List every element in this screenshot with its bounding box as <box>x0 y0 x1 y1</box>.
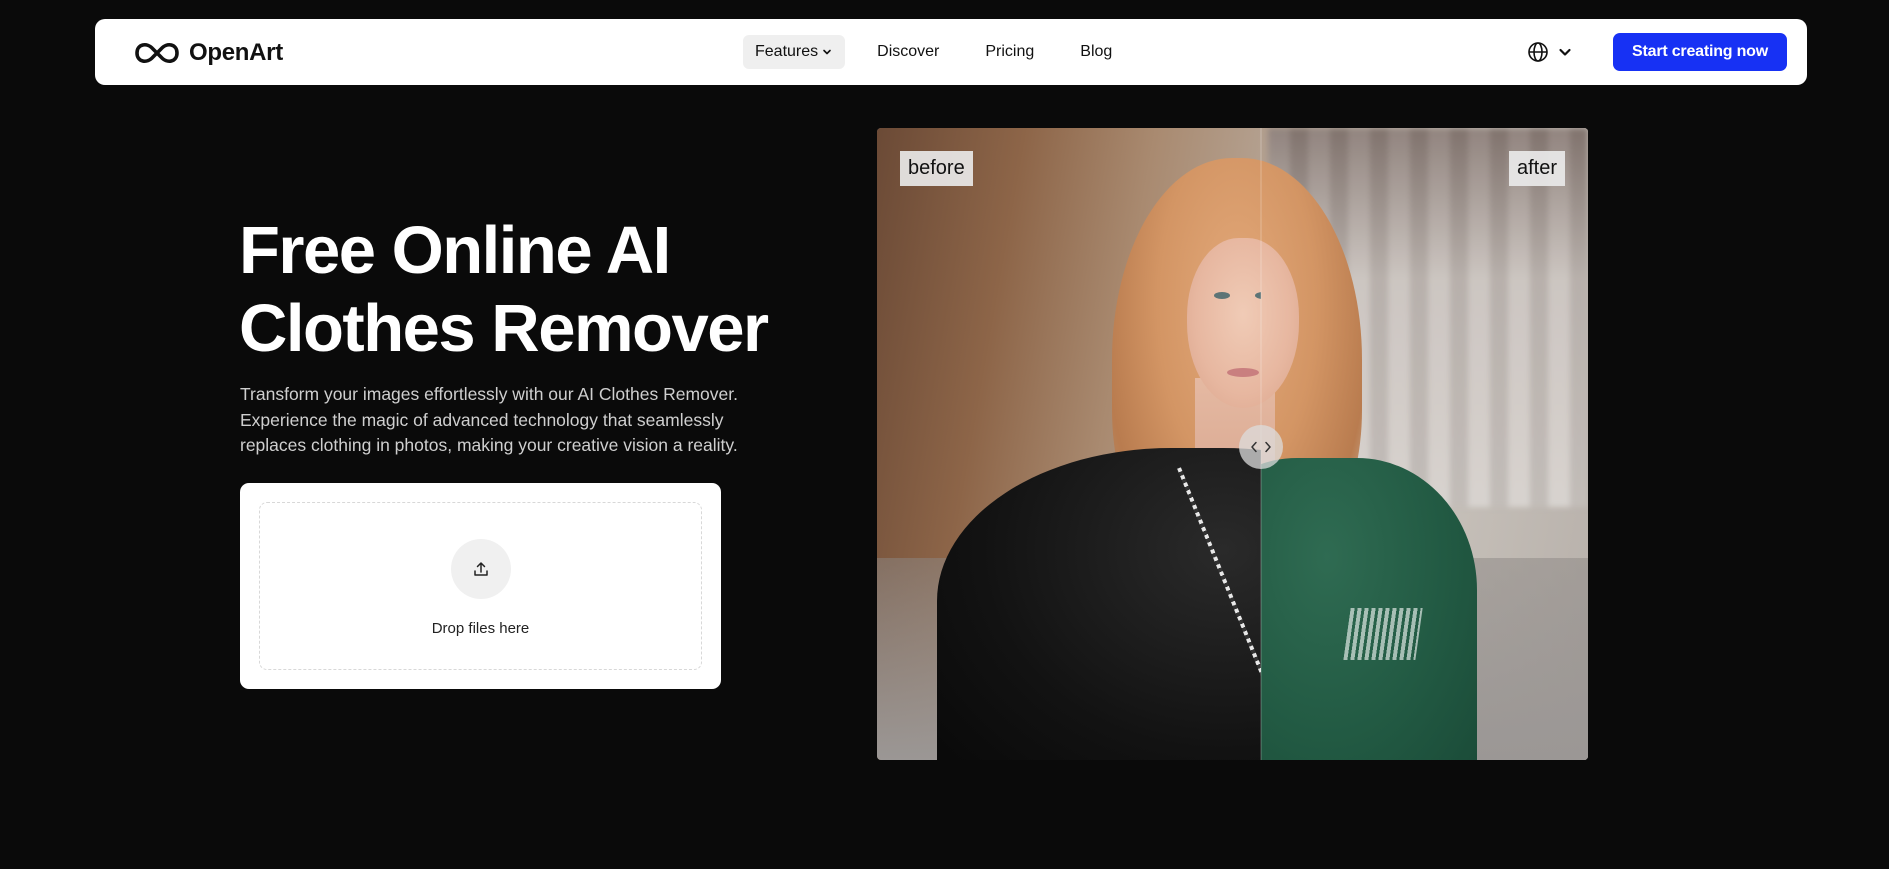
after-image <box>1261 128 1588 760</box>
nav-discover[interactable]: Discover <box>863 35 953 69</box>
title-line-2: Clothes Remover <box>239 291 769 366</box>
start-creating-button[interactable]: Start creating now <box>1613 33 1787 71</box>
title-line-1: Free Online AI <box>239 213 671 288</box>
drop-files-label: Drop files here <box>431 620 530 637</box>
nav-discover-label: Discover <box>877 43 940 60</box>
openart-logo[interactable]: OpenArt <box>133 39 283 67</box>
nav-blog[interactable]: Blog <box>1066 35 1126 69</box>
chevron-down-icon <box>821 46 833 58</box>
nav-features[interactable]: Features <box>743 35 846 69</box>
brand-name: OpenArt <box>189 39 283 66</box>
nav-features-label: Features <box>755 43 819 60</box>
page: OpenArt Features Discover Pricing Blog S… <box>0 0 1889 869</box>
hero-description: Transform your images effortlessly with … <box>240 382 800 459</box>
main-nav: Features Discover Pricing Blog <box>743 35 1140 69</box>
before-after-compare[interactable]: before after <box>877 128 1588 760</box>
description-line-1: Transform your images effortlessly with … <box>240 384 738 404</box>
nav-pricing[interactable]: Pricing <box>971 35 1048 69</box>
after-label: after <box>1508 151 1565 186</box>
infinity-logo-icon <box>133 40 181 66</box>
nav-pricing-label: Pricing <box>985 43 1035 60</box>
nav-blog-label: Blog <box>1080 43 1113 60</box>
globe-icon <box>1527 41 1549 63</box>
chevron-down-icon <box>1557 44 1573 60</box>
top-navbar: OpenArt Features Discover Pricing Blog S… <box>95 19 1807 85</box>
chevron-right-icon <box>1264 441 1272 453</box>
page-title: Free Online AI Clothes Remover <box>239 212 839 368</box>
upload-icon <box>472 560 490 578</box>
compare-slider-handle[interactable] <box>1239 425 1283 469</box>
description-line-2: Experience the magic of advanced technol… <box>240 409 724 430</box>
upload-icon-button[interactable] <box>451 539 511 599</box>
description-line-3: replaces clothing in photos, making your… <box>240 435 738 455</box>
chevron-left-icon <box>1250 441 1258 453</box>
upload-card: Drop files here <box>240 483 721 689</box>
file-dropzone[interactable]: Drop files here <box>259 502 702 670</box>
language-selector[interactable] <box>1527 41 1573 63</box>
before-label: before <box>900 151 973 186</box>
